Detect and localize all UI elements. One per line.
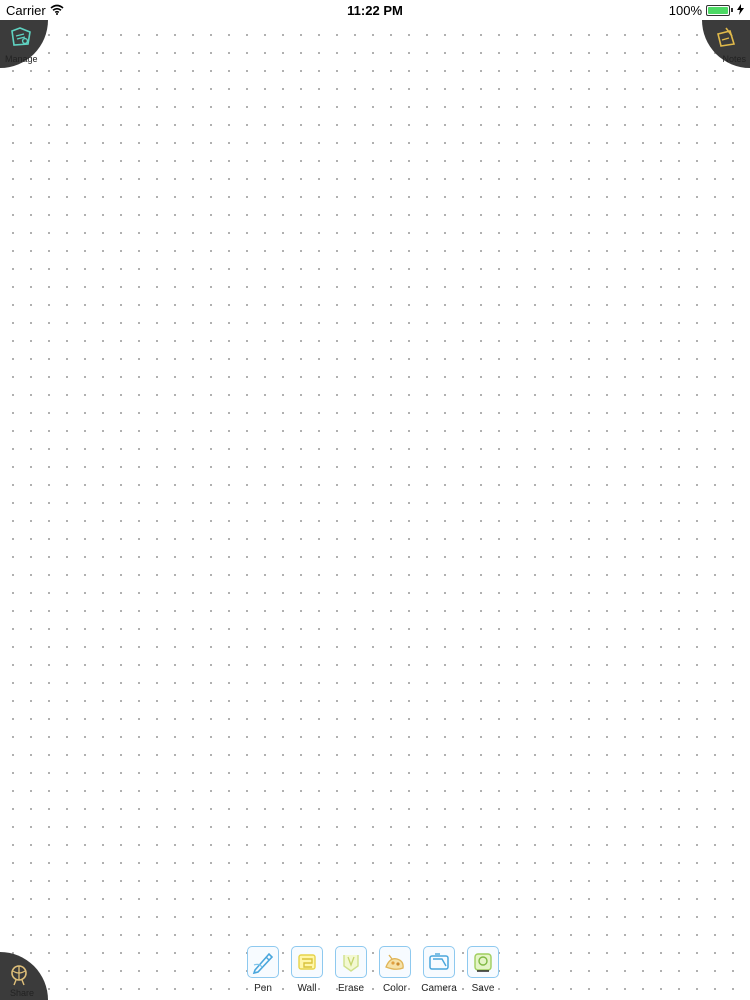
status-bar: Carrier 11:22 PM 100%: [0, 0, 750, 20]
pen-icon: [247, 946, 279, 978]
camera-icon: [423, 946, 455, 978]
app-screen: Carrier 11:22 PM 100% Manage Notes Share…: [0, 0, 750, 1000]
color-label: Color: [383, 983, 407, 994]
erase-label: Erase: [337, 983, 365, 994]
battery-percent: 100%: [668, 2, 702, 18]
pen-label: Pen: [254, 983, 272, 994]
eraser-icon: [335, 946, 367, 978]
save-label: Save: [471, 983, 495, 994]
save-tool-button[interactable]: Save: [466, 946, 500, 1000]
status-left: Carrier: [6, 3, 64, 18]
bottom-toolbar: Pen Wall Erase Color Camera Save: [246, 946, 500, 1000]
save-icon: [467, 946, 499, 978]
battery-icon: [706, 4, 730, 16]
clock: 11:22 PM: [347, 2, 403, 18]
charging-bolt-icon: [737, 3, 744, 18]
manage-folder-icon: [8, 24, 34, 50]
share-label: Share: [10, 988, 35, 998]
camera-tool-button[interactable]: Camera: [421, 946, 457, 1000]
notes-label: Notes: [722, 54, 746, 64]
camera-label: Camera: [421, 983, 457, 994]
pen-tool-button[interactable]: Pen: [246, 946, 280, 1000]
drawing-canvas[interactable]: [0, 20, 750, 1000]
wall-icon: [291, 946, 323, 978]
color-palette-icon: [379, 946, 411, 978]
wall-tool-button[interactable]: Wall: [290, 946, 324, 1000]
battery-tip: [731, 8, 733, 12]
color-tool-button[interactable]: Color: [378, 946, 412, 1000]
status-right: 100%: [669, 3, 744, 18]
wall-label: Wall: [297, 983, 317, 994]
share-globe-icon: [8, 964, 30, 986]
carrier-label: Carrier: [6, 2, 46, 18]
manage-label: Manage: [5, 54, 38, 64]
wifi-icon: [50, 3, 64, 18]
erase-tool-button[interactable]: Erase: [334, 946, 368, 1000]
notes-pencil-icon: [714, 26, 738, 50]
